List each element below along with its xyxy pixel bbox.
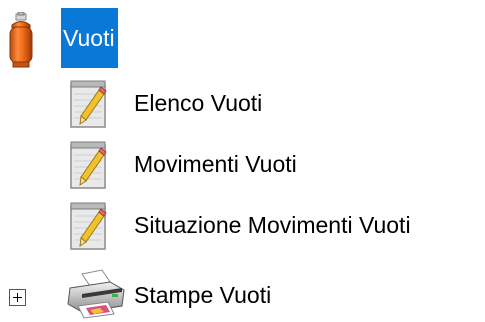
gas-cylinder-icon (9, 12, 33, 68)
tree-node-elenco-vuoti[interactable]: Elenco Vuoti (64, 78, 324, 132)
tree-view: Vuoti Elenco Vuoti Movimenti Vuoti Situa… (0, 0, 485, 322)
tree-node-label: Stampe Vuoti (134, 282, 272, 308)
tree-node-label: Vuoti (61, 8, 118, 68)
notepad-pencil-icon (70, 202, 107, 250)
printer-icon (67, 269, 125, 319)
tree-node-label: Movimenti Vuoti (134, 151, 297, 177)
notepad-pencil-icon (70, 80, 107, 128)
notepad-pencil-icon (70, 141, 107, 189)
tree-node-situazione-movimenti-vuoti[interactable]: Situazione Movimenti Vuoti (64, 200, 482, 254)
tree-node-label: Elenco Vuoti (134, 90, 263, 116)
tree-node-vuoti[interactable]: Vuoti (0, 8, 140, 72)
tree-node-label: Situazione Movimenti Vuoti (134, 212, 411, 238)
tree-node-movimenti-vuoti[interactable]: Movimenti Vuoti (64, 139, 364, 193)
tree-node-stampe-vuoti[interactable]: Stampe Vuoti (64, 264, 324, 320)
plus-box-icon[interactable] (9, 289, 26, 306)
